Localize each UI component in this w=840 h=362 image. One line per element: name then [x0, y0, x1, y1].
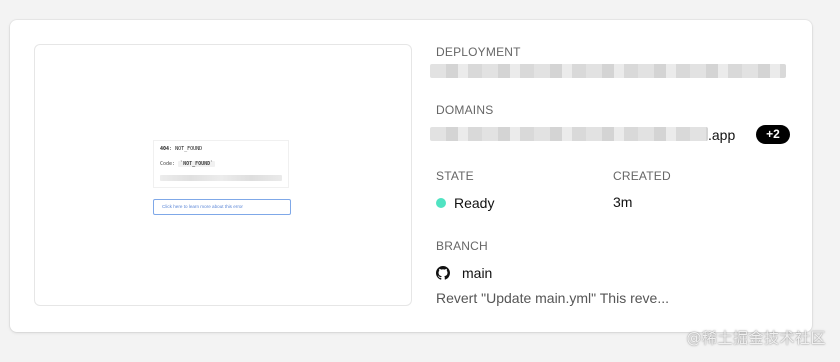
- preview-redacted-id: [160, 175, 282, 181]
- created-label: CREATED: [613, 169, 671, 183]
- preview-error-code: 404: [160, 146, 170, 152]
- domain-url-redacted[interactable]: [430, 127, 708, 141]
- preview-error-name: NOT_FOUND: [175, 146, 203, 152]
- more-domains-badge[interactable]: +2: [756, 125, 790, 144]
- status-dot-icon: [436, 198, 446, 208]
- commit-message[interactable]: Revert "Update main.yml" This reve...: [436, 290, 669, 306]
- deployment-info: DEPLOYMENT DOMAINS .app +2 STATE Ready C…: [430, 20, 806, 332]
- preview-error-box: 404: NOT_FOUND Code: `NOT_FOUND`: [153, 140, 289, 188]
- deployment-card: 404: NOT_FOUND Code: `NOT_FOUND` Click h…: [10, 20, 812, 332]
- watermark-text: @稀土掘金技术社区: [686, 329, 826, 347]
- deployment-label: DEPLOYMENT: [436, 45, 521, 59]
- branch-label: BRANCH: [436, 239, 488, 253]
- preview-learn-more-link: Click here to learn more about this erro…: [153, 199, 291, 215]
- domain-suffix[interactable]: .app: [708, 127, 735, 143]
- created-value: 3m: [613, 194, 633, 210]
- github-icon: [436, 266, 450, 280]
- deployment-preview[interactable]: 404: NOT_FOUND Code: `NOT_FOUND` Click h…: [34, 44, 412, 306]
- branch-value[interactable]: main: [462, 265, 492, 281]
- preview-code-label: Code:: [160, 161, 176, 167]
- state-label: STATE: [436, 169, 474, 183]
- deployment-url-redacted[interactable]: [430, 64, 786, 78]
- preview-error-title: 404: NOT_FOUND: [160, 146, 203, 152]
- state-value: Ready: [454, 195, 495, 211]
- domains-label: DOMAINS: [436, 103, 494, 117]
- preview-code-value: `NOT_FOUND`: [178, 161, 216, 167]
- preview-error-code-line: Code: `NOT_FOUND`: [160, 161, 288, 167]
